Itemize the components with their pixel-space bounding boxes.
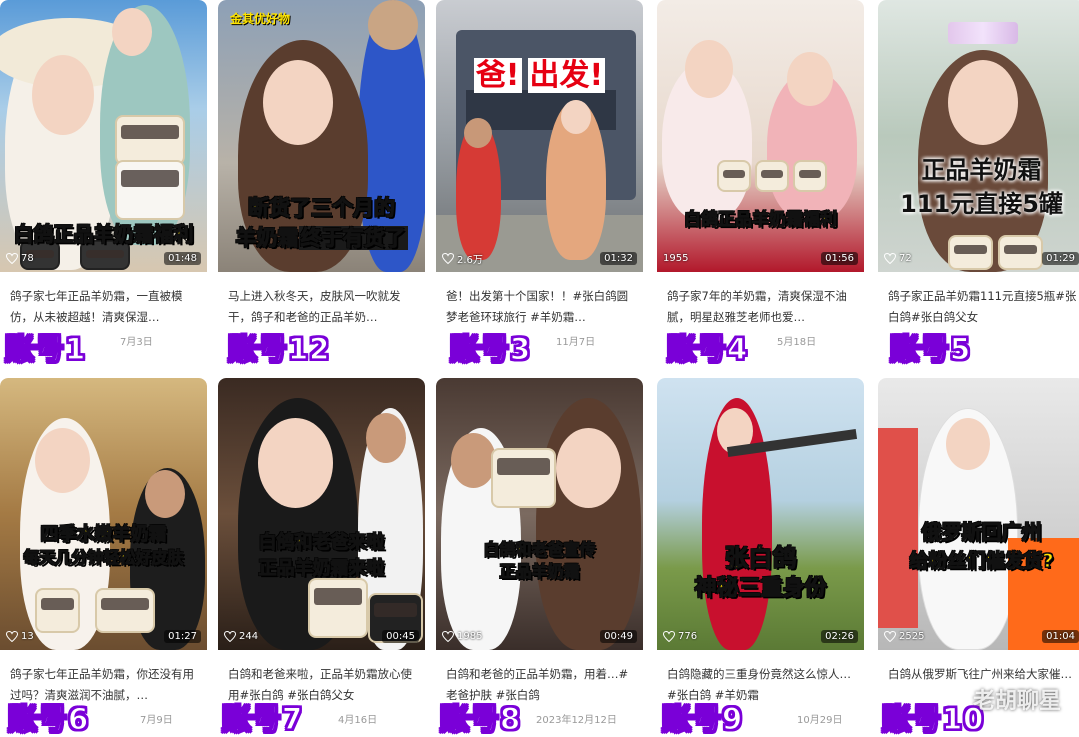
post-date: 4月16日 bbox=[338, 715, 378, 726]
top-tag: 金其优好物 bbox=[230, 12, 291, 26]
thumbnail-caption: 俄罗斯回广州 bbox=[921, 520, 1042, 545]
like-count: 776 bbox=[678, 630, 698, 642]
heart-icon bbox=[442, 252, 454, 264]
video-card[interactable]: 白鸽和老爸宣传 正品羊奶霜 1985 00:49 白鸽和老爸的正品羊奶霜，用着…… bbox=[436, 378, 643, 737]
thumbnail-caption-line2: 给粉丝们催发货? bbox=[909, 550, 1054, 573]
video-thumbnail[interactable]: 正品羊奶霜 111元直接5罐 72 01:29 bbox=[878, 0, 1079, 272]
video-duration: 01:04 bbox=[1042, 629, 1079, 643]
video-duration: 00:49 bbox=[600, 629, 637, 643]
video-description[interactable]: 爸！出发第十个国家！！#张白鸽圆梦老爸环球旅行 #羊奶霜… bbox=[446, 286, 635, 328]
like-count: 2525 bbox=[899, 630, 925, 642]
thumbnail-caption: 白鸽正品羊奶霜福利 bbox=[13, 222, 194, 247]
video-duration: 02:26 bbox=[821, 629, 858, 643]
video-thumbnail[interactable]: 白鸽和老爸宣传 正品羊奶霜 1985 00:49 bbox=[436, 378, 643, 650]
thumbnail-caption: 白鸽和老爸来啦 bbox=[258, 532, 385, 554]
video-description[interactable]: 马上进入秋冬天，皮肤风一吹就发干，鸽子和老爸的正品羊奶… bbox=[228, 286, 417, 328]
like-count: 1955 bbox=[663, 252, 689, 264]
video-thumbnail[interactable]: 白鸽正品羊奶霜福利 1955 01:56 bbox=[657, 0, 864, 272]
video-thumbnail[interactable]: 白鸽和老爸来啦 正品羊奶霜来啦 244 00:45 bbox=[218, 378, 425, 650]
thumbnail-caption: 正品羊奶霜 bbox=[921, 156, 1042, 184]
account-label: 账号3 bbox=[449, 331, 532, 366]
account-label: 账号9 bbox=[661, 701, 744, 736]
thumbnail-caption-line2: 每天几分钟轻松好皮肤 bbox=[23, 548, 184, 568]
video-card[interactable]: 正品羊奶霜 111元直接5罐 72 01:29 鸽子家正品羊奶霜111元直接5瓶… bbox=[878, 0, 1079, 360]
thumbnail-caption: 白鸽正品羊奶霜福利 bbox=[684, 210, 838, 231]
like-count: 78 bbox=[21, 252, 34, 264]
account-label: 账号12 bbox=[227, 331, 331, 366]
video-thumbnail[interactable]: 爸! 出发! 2.6万 01:32 bbox=[436, 0, 643, 272]
video-duration: 01:56 bbox=[821, 251, 858, 265]
thumbnail-caption-line2: 111元直接5罐 bbox=[900, 190, 1063, 218]
heart-icon bbox=[6, 630, 18, 642]
heart-icon bbox=[884, 630, 896, 642]
thumbnail-caption-line2: 羊奶霜终于有货了 bbox=[235, 226, 408, 251]
video-duration: 01:27 bbox=[164, 629, 201, 643]
account-label: 账号8 bbox=[439, 701, 522, 736]
video-duration: 00:45 bbox=[382, 629, 419, 643]
thumbnail-caption-line2: 正品羊奶霜来啦 bbox=[258, 558, 385, 580]
heart-icon bbox=[884, 252, 896, 264]
account-label: 账号4 bbox=[666, 331, 749, 366]
video-card[interactable]: 白鸽正品羊奶霜福利 1955 01:56 鸽子家7年的羊奶霜，清爽保湿不油腻，明… bbox=[657, 0, 864, 360]
heart-icon bbox=[663, 630, 675, 642]
like-count: 1985 bbox=[457, 630, 483, 642]
video-description[interactable]: 鸽子家正品羊奶霜111元直接5瓶#张白鸽#张白鸽父女 bbox=[888, 286, 1077, 328]
video-thumbnail[interactable]: 四季水嫩羊奶霜 每天几分钟轻松好皮肤 13 01:27 bbox=[0, 378, 207, 650]
post-date: 7月3日 bbox=[120, 337, 153, 348]
thumbnail-caption: 白鸽和老爸宣传 bbox=[483, 540, 596, 560]
video-thumbnail[interactable]: 白鸽正品羊奶霜福利 78 01:48 bbox=[0, 0, 207, 272]
account-label: 账号10 bbox=[881, 701, 985, 736]
account-label: 账号1 bbox=[4, 331, 87, 366]
post-date: 2023年12月12日 bbox=[536, 715, 617, 726]
post-date: 11月7日 bbox=[556, 337, 596, 348]
thumbnail-caption: 四季水嫩羊奶霜 bbox=[40, 524, 167, 546]
thumbnail-caption-line2: 神秘三重身份 bbox=[694, 576, 827, 602]
account-label: 账号6 bbox=[7, 701, 90, 736]
like-count: 2.6万 bbox=[457, 254, 483, 266]
post-date: 10月29日 bbox=[797, 715, 843, 726]
video-grid: 白鸽正品羊奶霜福利 78 01:48 鸽子家七年正品羊奶霜，一直被模仿，从未被超… bbox=[0, 0, 1079, 737]
post-date: 5月18日 bbox=[777, 337, 817, 348]
like-count: 244 bbox=[239, 630, 259, 642]
thumbnail-caption: 爸! 出发! bbox=[473, 58, 606, 93]
thumbnail-caption: 断货了三个月的 bbox=[248, 196, 396, 221]
video-duration: 01:32 bbox=[600, 251, 637, 265]
heart-icon bbox=[6, 252, 18, 264]
blurred-tag bbox=[948, 22, 1018, 44]
video-card[interactable]: 爸! 出发! 2.6万 01:32 爸！出发第十个国家！！#张白鸽圆梦老爸环球旅行… bbox=[436, 0, 643, 360]
account-label: 账号5 bbox=[889, 331, 972, 366]
video-card[interactable]: 四季水嫩羊奶霜 每天几分钟轻松好皮肤 13 01:27 鸽子家七年正品羊奶霜，你… bbox=[0, 378, 207, 737]
video-card[interactable]: 白鸽正品羊奶霜福利 78 01:48 鸽子家七年正品羊奶霜，一直被模仿，从未被超… bbox=[0, 0, 207, 360]
like-count: 13 bbox=[21, 630, 34, 642]
account-label: 账号7 bbox=[221, 701, 304, 736]
thumbnail-caption: 张白鸽 bbox=[724, 544, 797, 573]
video-card[interactable]: 金其优好物 断货了三个月的 羊奶霜终于有货了 马上进入秋冬天，皮肤风一吹就发干，… bbox=[218, 0, 425, 360]
heart-icon bbox=[442, 630, 454, 642]
video-card[interactable]: 张白鸽 神秘三重身份 776 02:26 白鸽隐藏的三重身份竟然这么惊人…#张白… bbox=[657, 378, 864, 737]
watermark: 老胡聊星 bbox=[972, 689, 1061, 714]
video-duration: 01:48 bbox=[164, 251, 201, 265]
like-count: 72 bbox=[899, 252, 912, 264]
video-thumbnail[interactable]: 金其优好物 断货了三个月的 羊奶霜终于有货了 bbox=[218, 0, 425, 272]
video-duration: 01:29 bbox=[1042, 251, 1079, 265]
video-thumbnail[interactable]: 俄罗斯回广州 给粉丝们催发货? 2525 01:04 bbox=[878, 378, 1079, 650]
video-thumbnail[interactable]: 张白鸽 神秘三重身份 776 02:26 bbox=[657, 378, 864, 650]
thumbnail-caption-line2: 正品羊奶霜 bbox=[499, 562, 580, 582]
heart-icon bbox=[224, 630, 236, 642]
video-card[interactable]: 白鸽和老爸来啦 正品羊奶霜来啦 244 00:45 白鸽和老爸来啦，正品羊奶霜放… bbox=[218, 378, 425, 737]
post-date: 7月9日 bbox=[140, 715, 173, 726]
video-description[interactable]: 鸽子家7年的羊奶霜，清爽保湿不油腻，明星赵雅芝老师也爱… bbox=[667, 286, 856, 328]
video-description[interactable]: 鸽子家七年正品羊奶霜，一直被模仿，从未被超越！清爽保湿… bbox=[10, 286, 199, 328]
